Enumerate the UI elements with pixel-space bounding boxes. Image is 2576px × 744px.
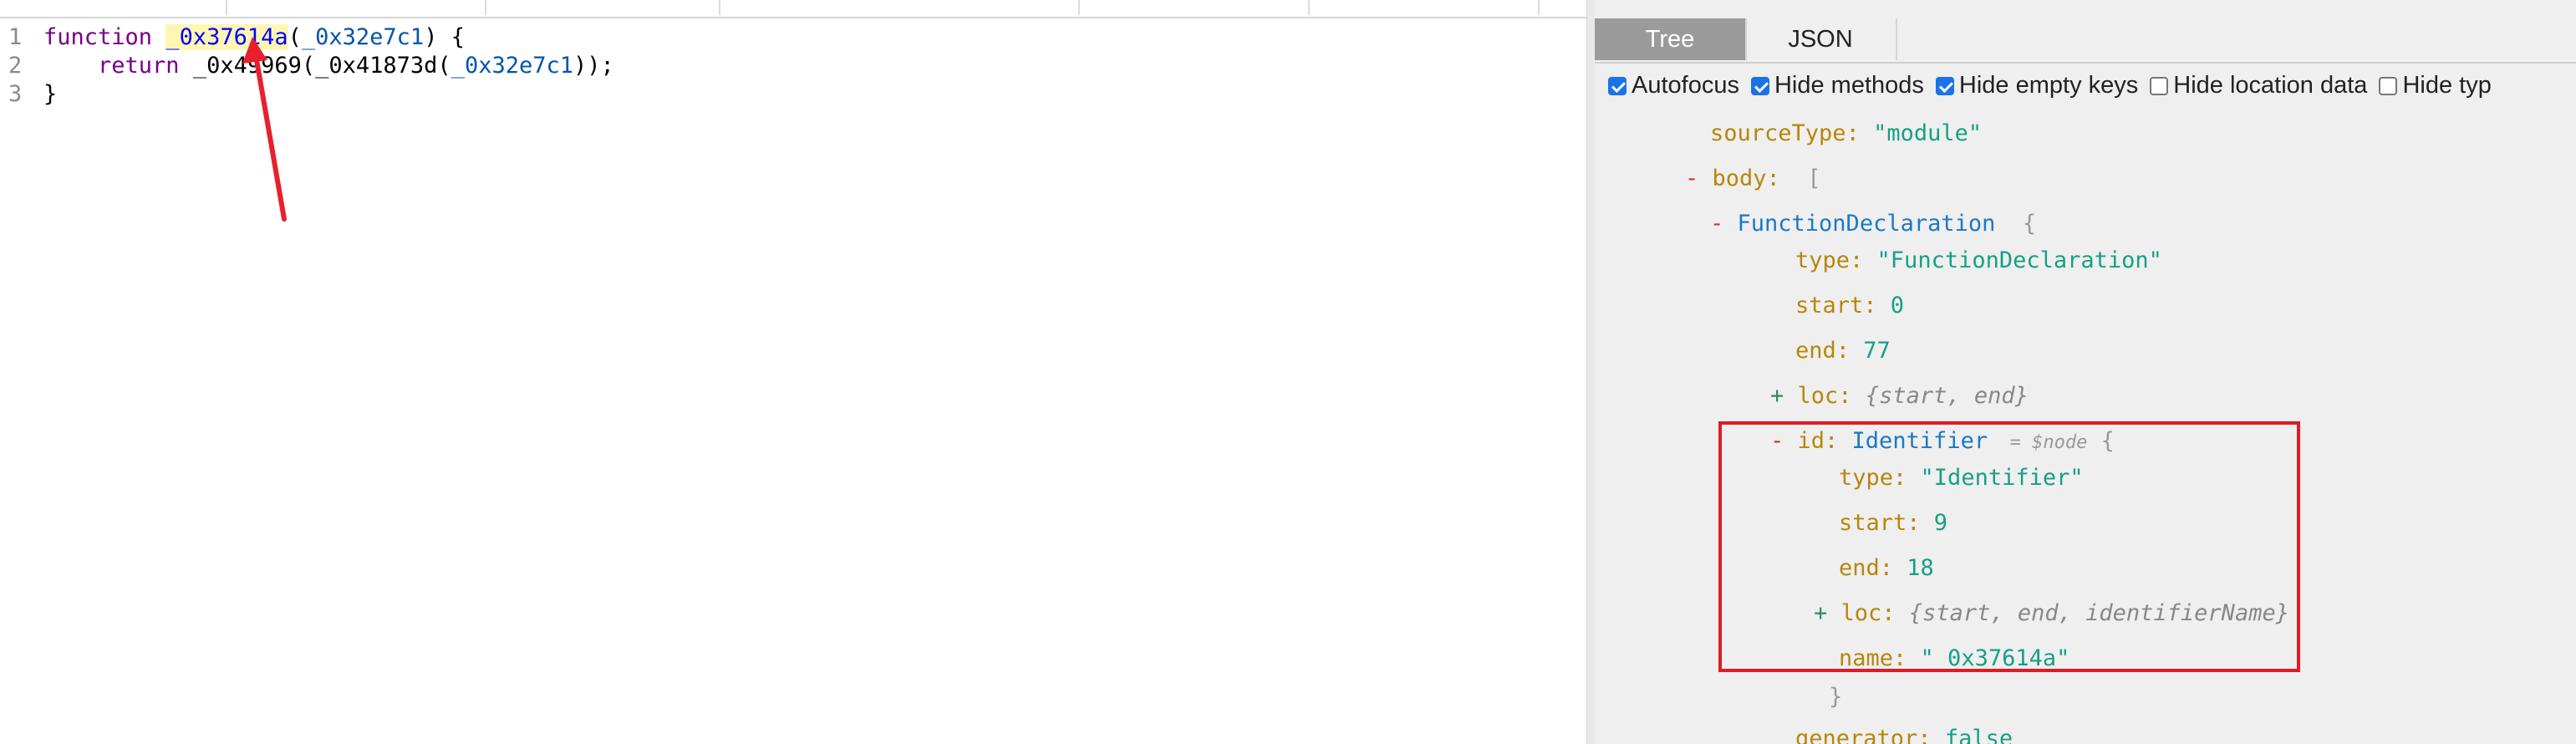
code-token: _0x37614a [165, 24, 288, 50]
line-number: 1 [8, 24, 23, 50]
node-colon: : [1850, 247, 1877, 273]
node-value: "FunctionDeclaration" [1876, 247, 2162, 273]
code-line[interactable]: 2 return _0x49969(_0x41873d(_0x32e7c1)); [0, 52, 614, 80]
tree-node[interactable]: - body: [ [1685, 162, 1821, 196]
node-colon: : [1835, 338, 1864, 364]
collapse-toggle-icon[interactable]: - [1685, 166, 1713, 191]
code-line[interactable]: 1 function _0x37614a(_0x32e7c1) { [0, 23, 465, 52]
node-key: start [1795, 293, 1864, 318]
tab-json[interactable]: JSON [1745, 18, 1897, 60]
checkbox[interactable] [1750, 76, 1769, 95]
option-label: Hide typ [2402, 72, 2492, 99]
toolbar-divider [1308, 0, 1310, 15]
option-autofocus[interactable]: Autofocus [1608, 72, 1739, 99]
toolbar-divider [226, 0, 227, 15]
tree-node: start: 0 [1795, 289, 1904, 323]
tree-options: Autofocus Hide methods Hide empty keys Hide… [1608, 72, 2503, 105]
option-hide-location-data[interactable]: Hide location data [2150, 72, 2367, 99]
node-key: generator [1795, 726, 1918, 744]
node-value: {start, end} [1865, 383, 2029, 409]
node-key: type [1795, 247, 1851, 273]
top-toolbar [0, 0, 1588, 18]
checkbox[interactable] [2150, 76, 2169, 95]
node-value: FunctionDeclaration [1737, 211, 1996, 237]
code-token: _0x32e7c1 [301, 24, 425, 50]
node-key: body [1712, 166, 1767, 191]
option-label: Hide empty keys [1958, 72, 2139, 99]
toolbar-divider [1538, 0, 1540, 15]
code-token: ) { [424, 24, 465, 50]
node-colon: : [1766, 166, 1808, 191]
node-brace: { [1995, 211, 2037, 237]
line-number: 2 [8, 53, 23, 79]
checkbox[interactable] [1935, 76, 1954, 95]
panel-tabs: Tree JSON [1595, 17, 2576, 64]
code-line[interactable]: 3} [0, 80, 57, 109]
option-hide-empty-keys[interactable]: Hide empty keys [1935, 72, 2139, 99]
highlight-box [1718, 421, 2300, 672]
node-key: sourceType [1710, 120, 1846, 146]
tree-node: sourceType: "module" [1710, 117, 1982, 150]
node-value: 77 [1863, 338, 1891, 364]
collapse-toggle-icon[interactable]: - [1710, 211, 1738, 237]
node-value: "module" [1873, 120, 1983, 146]
code-token: ( [288, 24, 302, 50]
tree-node[interactable]: + loc: {start, end} [1770, 380, 2029, 413]
tree-node[interactable]: - FunctionDeclaration { [1710, 207, 2036, 241]
code-token: 9969(_0x41873d( [247, 53, 451, 79]
checkbox[interactable] [2379, 76, 2398, 95]
toolbar-divider [485, 0, 486, 15]
node-value: } [1829, 684, 1843, 710]
code-token: function [43, 24, 166, 50]
toolbar-divider [1078, 0, 1080, 15]
code-token: return [98, 53, 180, 79]
node-key: end [1795, 338, 1836, 364]
line-number: 3 [8, 81, 23, 107]
node-colon: : [1863, 293, 1891, 318]
tab-tree[interactable]: Tree [1595, 18, 1747, 60]
node-colon: : [1838, 383, 1866, 409]
tree-node: generator: false [1795, 722, 2013, 744]
option-label: Hide methods [1774, 72, 1924, 99]
node-value: [ [1807, 166, 1821, 191]
checkbox[interactable] [1608, 76, 1627, 95]
node-key: loc [1797, 383, 1839, 409]
code-token: } [43, 81, 58, 107]
code-token: )); [573, 53, 614, 79]
code-token: _0x4 [179, 53, 247, 79]
option-hide-methods[interactable]: Hide methods [1750, 72, 1924, 99]
node-colon: : [1845, 120, 1874, 146]
expand-toggle-icon[interactable]: + [1770, 383, 1798, 409]
node-value: false [1944, 726, 2013, 744]
code-editor[interactable]: 1 function _0x37614a(_0x32e7c1) {2 return… [0, 18, 1586, 744]
option-hide-typ[interactable]: Hide typ [2379, 72, 2492, 99]
node-value: 0 [1890, 293, 1905, 318]
toolbar-divider [719, 0, 720, 15]
tree-node: } [1829, 680, 1842, 714]
code-token: _0x32e7c1 [451, 53, 574, 79]
node-colon: : [1917, 726, 1945, 744]
option-label: Autofocus [1632, 72, 1739, 99]
tree-node: end: 77 [1795, 334, 1891, 368]
option-label: Hide location data [2173, 72, 2368, 99]
tree-node: type: "FunctionDeclaration" [1795, 244, 2162, 278]
